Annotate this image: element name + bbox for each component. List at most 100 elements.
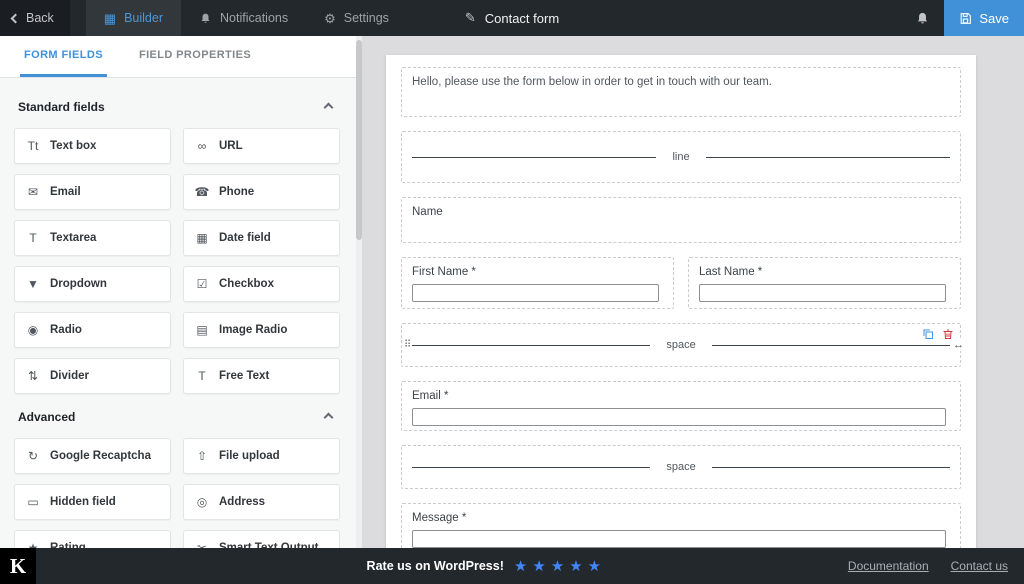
field-date[interactable]: ▦ Date field [183,220,340,256]
sidebar-content: Standard fields Tt Text box ∞ URL ✉ Emai… [0,78,356,548]
divider-icon: ⇅ [25,370,41,382]
field-label: URL [219,140,243,152]
field-phone[interactable]: ☎ Phone [183,174,340,210]
field-label: Divider [50,370,89,382]
footer-links: Documentation Contact us [848,559,1024,573]
field-dropdown[interactable]: ▼ Dropdown [14,266,171,302]
field-rating[interactable]: ★ Rating [14,530,171,548]
field-radio[interactable]: ◉ Radio [14,312,171,348]
space-divider-block-selected[interactable]: ⠿ space ↔ [401,323,961,367]
star-icon[interactable]: ★ [588,559,601,574]
sidebar-tabs: FORM FIELDS FIELD PROPERTIES [0,36,362,78]
divider-line [712,345,950,346]
space-divider-block[interactable]: space [401,445,961,489]
notifications-bell-button[interactable] [901,0,944,36]
star-icon[interactable]: ★ [551,559,564,574]
field-google-recaptcha[interactable]: ↻ Google Recaptcha [14,438,171,474]
footer-bar: K Rate us on WordPress! ★ ★ ★ ★ ★ Docume… [0,548,1024,584]
bell-icon [915,11,930,26]
field-label: Phone [219,186,254,198]
tab-settings-label: Settings [344,11,389,25]
grid-icon: ▦ [104,12,116,25]
save-icon [959,12,972,25]
divider-label: space [666,339,695,351]
calendar-icon: ▦ [194,232,210,244]
star-icon[interactable]: ★ [532,559,545,574]
rate-us: Rate us on WordPress! ★ ★ ★ ★ ★ [367,559,602,574]
textarea-icon: T [25,232,41,244]
field-divider[interactable]: ⇅ Divider [14,358,171,394]
phone-icon: ☎ [194,186,210,198]
divider-line [412,157,656,158]
field-file-upload[interactable]: ⇧ File upload [183,438,340,474]
field-label: Google Recaptcha [50,450,151,462]
duplicate-icon[interactable] [922,328,934,340]
message-block[interactable]: Message * [401,503,961,548]
first-name-input[interactable] [412,284,659,302]
advanced-fields-grid: ↻ Google Recaptcha ⇧ File upload ▭ Hidde… [14,438,340,548]
tab-field-properties[interactable]: FIELD PROPERTIES [135,36,255,77]
email-block[interactable]: Email * [401,381,961,431]
section-title: Standard fields [18,100,105,114]
email-label: Email * [412,390,950,402]
chevron-left-icon [11,13,21,23]
contact-us-link[interactable]: Contact us [951,559,1008,573]
rating-stars: ★ ★ ★ ★ ★ [514,559,601,574]
free-text-block[interactable]: Hello, please use the form below in orde… [401,67,961,117]
divider-line [412,467,650,468]
field-label: Image Radio [219,324,287,336]
text-box-icon: Tt [25,140,41,152]
star-icon[interactable]: ★ [514,559,527,574]
trash-icon[interactable] [942,328,954,340]
divider-line [706,157,950,158]
section-advanced[interactable]: Advanced [18,410,336,424]
pencil-icon: ✎ [465,10,476,26]
form-title-label: Contact form [485,11,559,26]
resize-handle-icon[interactable]: ↔ [953,339,964,351]
field-label: File upload [219,450,280,462]
back-button[interactable]: Back [0,0,70,36]
main-area: FORM FIELDS FIELD PROPERTIES Standard fi… [0,36,1024,548]
tab-notifications-label: Notifications [220,11,288,25]
field-smart-text-output[interactable]: ✂ Smart Text Output [183,530,340,548]
field-label: Checkbox [219,278,274,290]
free-text-content: Hello, please use the form below in orde… [412,76,950,88]
email-input[interactable] [412,408,946,426]
section-standard-fields[interactable]: Standard fields [18,100,336,114]
field-address[interactable]: ◎ Address [183,484,340,520]
field-label: Free Text [219,370,269,382]
field-textarea[interactable]: T Textarea [14,220,171,256]
block-actions [922,328,954,340]
message-input[interactable] [412,530,946,548]
field-hidden[interactable]: ▭ Hidden field [14,484,171,520]
free-text-icon: T [194,370,210,382]
form-canvas: Hello, please use the form below in orde… [362,36,1024,548]
field-image-radio[interactable]: ▤ Image Radio [183,312,340,348]
tab-form-fields[interactable]: FORM FIELDS [20,36,107,77]
checkbox-icon: ☑ [194,278,210,290]
star-icon[interactable]: ★ [569,559,582,574]
field-email[interactable]: ✉ Email [14,174,171,210]
divider-label: line [672,151,689,163]
first-name-block[interactable]: First Name * [401,257,674,309]
field-text-box[interactable]: Tt Text box [14,128,171,164]
field-label: Textarea [50,232,96,244]
field-checkbox[interactable]: ☑ Checkbox [183,266,340,302]
tab-builder[interactable]: ▦ Builder [86,0,181,36]
form-title[interactable]: ✎ Contact form [465,0,559,36]
line-divider-block[interactable]: line [401,131,961,183]
hidden-field-icon: ▭ [25,496,41,508]
sidebar: FORM FIELDS FIELD PROPERTIES Standard fi… [0,36,362,548]
tab-notifications[interactable]: Notifications [181,0,306,36]
save-button[interactable]: Save [944,0,1024,36]
field-free-text[interactable]: T Free Text [183,358,340,394]
field-url[interactable]: ∞ URL [183,128,340,164]
last-name-input[interactable] [699,284,946,302]
name-block[interactable]: Name [401,197,961,243]
drag-handle-icon[interactable]: ⠿ [404,340,410,351]
rate-us-text: Rate us on WordPress! [367,559,504,573]
tab-settings[interactable]: ⚙ Settings [306,0,407,36]
documentation-link[interactable]: Documentation [848,559,929,573]
first-name-label: First Name * [412,266,663,278]
last-name-block[interactable]: Last Name * [688,257,961,309]
